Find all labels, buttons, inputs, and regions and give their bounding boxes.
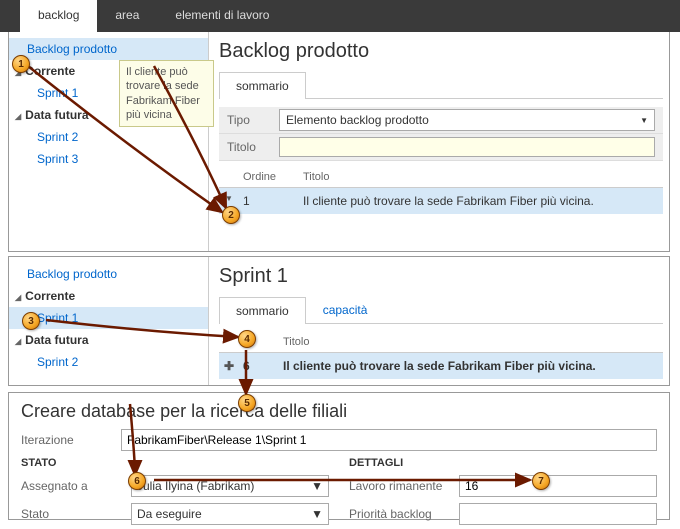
assigned-value: Julia Ilyina (Fabrikam)	[137, 479, 254, 493]
col-order: Ordine	[239, 171, 299, 183]
callout-1: 1	[12, 55, 30, 73]
chevron-down-icon: ▼	[311, 507, 323, 521]
detail-title: Creare database per la ricerca delle fil…	[9, 393, 669, 426]
sidebar-upper: Backlog prodotto Corrente Sprint 1 Data …	[9, 32, 209, 251]
row-remaining: Lavoro rimanente	[349, 472, 657, 500]
content-lower: Sprint 1 sommario capacità ID Titolo ✚ 6…	[219, 265, 663, 379]
subtab-capacity[interactable]: capacità	[306, 296, 385, 323]
subtab-summary-upper[interactable]: sommario	[219, 72, 306, 99]
chevron-down-icon: ▼	[311, 479, 323, 493]
page-title-upper: Backlog prodotto	[219, 40, 663, 63]
callout-5: 5	[238, 394, 256, 412]
page-title-lower: Sprint 1	[219, 265, 663, 288]
row-assigned: Assegnato a Julia Ilyina (Fabrikam) ▼	[21, 472, 329, 500]
label-title: Titolo	[219, 136, 279, 158]
main-tabbar: backlog area elementi di lavoro	[0, 0, 680, 32]
select-state[interactable]: Da eseguire ▼	[131, 503, 329, 525]
label-assigned: Assegnato a	[21, 479, 131, 493]
panel-detail: Creare database per la ricerca delle fil…	[8, 392, 670, 520]
label-remaining: Lavoro rimanente	[349, 479, 459, 493]
row-state: Stato Da eseguire ▼	[21, 500, 329, 528]
col-title-upper: Titolo	[299, 171, 663, 183]
form-row-type: Tipo Elemento backlog prodotto ▼	[219, 107, 663, 134]
callout-6: 6	[128, 472, 146, 490]
label-state: Stato	[21, 507, 131, 521]
col-details: DETTAGLI Lavoro rimanente Priorità backl…	[349, 454, 657, 528]
callout-3: 3	[22, 312, 40, 330]
label-type: Tipo	[219, 109, 279, 131]
row-priority: Priorità backlog	[349, 500, 657, 528]
select-assigned[interactable]: Julia Ilyina (Fabrikam) ▼	[131, 475, 329, 497]
grid-row-upper[interactable]: ▼ 1 Il cliente può trovare la sede Fabri…	[219, 188, 663, 214]
callout-4: 4	[238, 330, 256, 348]
panel-sprint: Backlog prodotto Corrente Sprint 1 Data …	[8, 256, 670, 386]
chevron-down-icon: ▼	[640, 116, 648, 125]
input-title[interactable]	[279, 137, 655, 157]
tab-area[interactable]: area	[97, 0, 157, 32]
cell-id: 6	[239, 359, 279, 373]
callout-7: 7	[532, 472, 550, 490]
sidebar-group-current-lower[interactable]: Corrente	[9, 285, 208, 307]
tab-backlog[interactable]: backlog	[20, 0, 97, 32]
form-row-title: Titolo	[219, 134, 663, 161]
grid-header-upper: Ordine Titolo	[219, 167, 663, 188]
sidebar-item-sprint2-lower[interactable]: Sprint 2	[9, 351, 208, 373]
cell-title-lower: Il cliente può trovare la sede Fabrikam …	[279, 359, 663, 373]
header-details: DETTAGLI	[349, 457, 403, 469]
input-iteration[interactable]	[121, 429, 657, 451]
label-priority: Priorità backlog	[349, 507, 459, 521]
sidebar-item-product-backlog[interactable]: Backlog prodotto	[9, 38, 208, 60]
cell-order: 1	[239, 194, 299, 208]
state-value: Da eseguire	[137, 507, 202, 521]
subtabs-lower: sommario capacità	[219, 296, 663, 324]
sidebar-item-sprint2[interactable]: Sprint 2	[9, 126, 208, 148]
callout-2: 2	[222, 206, 240, 224]
col-state: STATO Assegnato a Julia Ilyina (Fabrikam…	[21, 454, 329, 528]
sidebar-item-sprint3[interactable]: Sprint 3	[9, 148, 208, 170]
panel-backlog-product: Backlog prodotto Corrente Sprint 1 Data …	[8, 32, 670, 252]
subtabs-upper: sommario	[219, 71, 663, 99]
input-priority[interactable]	[459, 503, 657, 525]
label-iteration: Iterazione	[21, 433, 121, 447]
select-type[interactable]: Elemento backlog prodotto ▼	[279, 109, 655, 131]
select-type-value: Elemento backlog prodotto	[286, 113, 429, 127]
content-upper: Backlog prodotto sommario Tipo Elemento …	[219, 40, 663, 245]
input-remaining[interactable]	[459, 475, 657, 497]
grid-header-lower: ID Titolo	[219, 332, 663, 353]
sidebar-group-future-lower[interactable]: Data futura	[9, 329, 208, 351]
cell-title-upper: Il cliente può trovare la sede Fabrikam …	[299, 194, 663, 208]
sidebar-item-product-backlog-lower[interactable]: Backlog prodotto	[9, 263, 208, 285]
row-iteration: Iterazione	[9, 426, 669, 454]
tooltip: Il cliente può trovare la sede Fabrikam …	[119, 60, 214, 127]
col-title-lower: Titolo	[279, 336, 663, 348]
tab-work-items[interactable]: elementi di lavoro	[157, 0, 287, 32]
plus-icon[interactable]: ✚	[219, 359, 239, 373]
header-state: STATO	[21, 457, 56, 469]
subtab-summary-lower[interactable]: sommario	[219, 297, 306, 324]
grid-row-lower[interactable]: ✚ 6 Il cliente può trovare la sede Fabri…	[219, 353, 663, 379]
